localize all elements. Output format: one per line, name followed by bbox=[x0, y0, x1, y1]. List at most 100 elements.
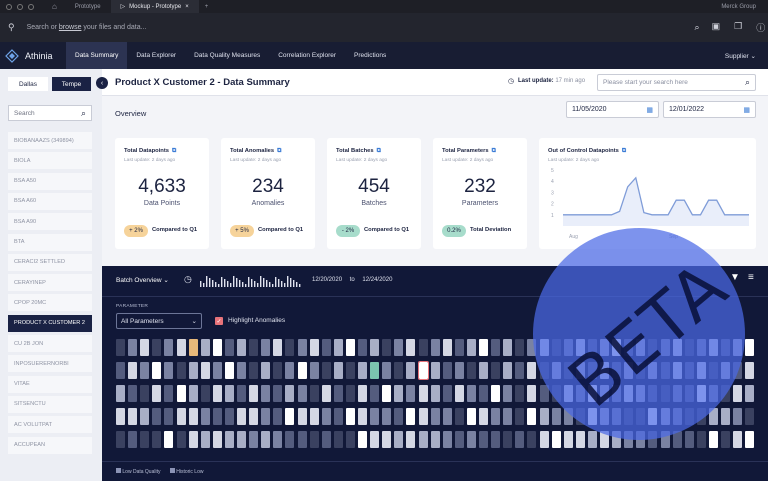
heatmap-cell[interactable] bbox=[430, 385, 440, 402]
sidebar-item[interactable]: PRODUCT X CUSTOMER 2 bbox=[8, 314, 92, 332]
heatmap-cell[interactable] bbox=[237, 362, 246, 379]
heatmap-cell[interactable] bbox=[527, 408, 537, 425]
heatmap-cell[interactable] bbox=[527, 362, 537, 379]
heatmap-cell[interactable] bbox=[466, 362, 476, 379]
external-link-icon[interactable]: ⧉ bbox=[492, 148, 496, 154]
heatmap-cell[interactable] bbox=[721, 408, 730, 425]
heatmap-cell[interactable] bbox=[333, 431, 343, 448]
heatmap-cell[interactable] bbox=[551, 408, 561, 425]
heatmap-cell[interactable] bbox=[128, 408, 138, 425]
heatmap-cell[interactable] bbox=[297, 339, 307, 356]
heatmap-cell[interactable] bbox=[551, 431, 561, 448]
heatmap-cell[interactable] bbox=[430, 362, 440, 379]
heatmap-cell[interactable] bbox=[515, 408, 525, 425]
heatmap-cell[interactable] bbox=[370, 362, 380, 379]
sidebar-search-input[interactable]: Search ⌕ bbox=[8, 105, 92, 121]
batch-timeline-strip[interactable] bbox=[200, 273, 304, 287]
heatmap-cell[interactable] bbox=[370, 431, 380, 448]
heatmap-cell[interactable] bbox=[309, 385, 319, 402]
heatmap-cell[interactable] bbox=[745, 339, 755, 356]
nav-data-quality-measures[interactable]: Data Quality Measures bbox=[185, 42, 269, 69]
heatmap-cell[interactable] bbox=[442, 408, 452, 425]
heatmap-cell[interactable] bbox=[176, 408, 186, 425]
heatmap-cell[interactable] bbox=[309, 431, 319, 448]
batch-overview-dropdown[interactable]: Batch Overview ⌄ bbox=[116, 276, 169, 284]
sidebar-item[interactable]: CERAYINEP bbox=[8, 274, 92, 292]
global-search-input[interactable]: Search or browse your files and data... … bbox=[21, 18, 706, 37]
brand[interactable]: Athinia bbox=[0, 48, 66, 63]
heatmap-cell[interactable] bbox=[261, 408, 271, 425]
heatmap-cell[interactable] bbox=[152, 385, 162, 402]
heatmap-cell[interactable] bbox=[684, 431, 694, 448]
heatmap-cell[interactable] bbox=[212, 362, 222, 379]
heatmap-cell[interactable] bbox=[418, 431, 428, 448]
heatmap-cell[interactable] bbox=[128, 339, 138, 356]
heatmap-cell[interactable] bbox=[721, 431, 730, 448]
heatmap-cell[interactable] bbox=[285, 362, 295, 379]
heatmap-cell[interactable] bbox=[479, 408, 488, 425]
heatmap-cell[interactable] bbox=[297, 408, 307, 425]
heatmap-cell[interactable] bbox=[745, 362, 755, 379]
heatmap-cell[interactable] bbox=[297, 362, 307, 379]
heatmap-cell[interactable] bbox=[237, 339, 246, 356]
heatmap-cell[interactable] bbox=[116, 339, 125, 356]
date-to-input[interactable]: 12/01/2022 ▦ bbox=[663, 101, 756, 118]
search-icon[interactable]: ⌕ bbox=[81, 108, 86, 119]
sidebar-item[interactable]: BSA A90 bbox=[8, 213, 92, 231]
heatmap-cell[interactable] bbox=[321, 362, 331, 379]
heatmap-cell[interactable] bbox=[491, 408, 501, 425]
kpi-card-batches[interactable]: Total Batches ⧉ Last update: 2 days ago 4… bbox=[327, 138, 421, 249]
window-controls[interactable] bbox=[6, 3, 34, 10]
heatmap-cell[interactable] bbox=[406, 385, 416, 402]
sidebar-item[interactable]: CU 2B JON bbox=[8, 335, 92, 352]
heatmap-cell[interactable] bbox=[745, 385, 755, 402]
heatmap-cell[interactable] bbox=[382, 362, 392, 379]
location-tab-dallas[interactable]: Dallas bbox=[8, 77, 48, 91]
heatmap-cell[interactable] bbox=[164, 339, 174, 356]
heatmap-cell[interactable] bbox=[212, 431, 222, 448]
heatmap-cell[interactable] bbox=[116, 408, 125, 425]
chart-series-line[interactable] bbox=[563, 176, 749, 216]
supplier-dropdown[interactable]: Supplier ⌄ bbox=[725, 52, 756, 60]
location-tab-tempe[interactable]: Tempe bbox=[52, 77, 91, 91]
heatmap-cell[interactable] bbox=[382, 408, 392, 425]
sidebar-item[interactable]: CPOP 20MC bbox=[8, 294, 92, 312]
heatmap-cell[interactable] bbox=[503, 362, 513, 379]
kpi-card-datapoints[interactable]: Total Datapoints ⧉ Last update: 2 days ag… bbox=[115, 138, 209, 249]
heatmap-cell[interactable] bbox=[309, 408, 319, 425]
browser-tab-mockup[interactable]: ▷ Mockup - Prototype × bbox=[110, 0, 199, 13]
heatmap-cell[interactable] bbox=[321, 431, 331, 448]
sidebar-item[interactable]: BSA A50 bbox=[8, 172, 92, 190]
heatmap-cell[interactable] bbox=[309, 362, 319, 379]
heatmap-cell[interactable] bbox=[454, 339, 464, 356]
heatmap-cell[interactable] bbox=[200, 339, 210, 356]
heatmap-cell[interactable] bbox=[430, 339, 440, 356]
heatmap-cell[interactable] bbox=[333, 339, 343, 356]
search-icon[interactable]: ⌕ bbox=[695, 22, 700, 33]
heatmap-cell[interactable] bbox=[345, 385, 355, 402]
heatmap-cell[interactable] bbox=[285, 339, 295, 356]
heatmap-cell[interactable] bbox=[382, 339, 392, 356]
home-icon[interactable]: ⌂ bbox=[52, 2, 57, 11]
heatmap-cell[interactable] bbox=[285, 385, 295, 402]
heatmap-cell[interactable] bbox=[382, 431, 392, 448]
heatmap-cell[interactable] bbox=[188, 362, 198, 379]
heatmap-cell[interactable] bbox=[745, 431, 755, 448]
heatmap-cell[interactable] bbox=[442, 339, 452, 356]
heatmap-cell[interactable] bbox=[345, 431, 355, 448]
heatmap-cell[interactable] bbox=[128, 431, 138, 448]
heatmap-cell[interactable] bbox=[297, 385, 307, 402]
heatmap-cell[interactable] bbox=[345, 339, 355, 356]
heatmap-cell[interactable] bbox=[321, 385, 331, 402]
heatmap-cell[interactable] bbox=[358, 362, 367, 379]
heatmap-cell[interactable] bbox=[140, 408, 150, 425]
heatmap-cell[interactable] bbox=[261, 385, 271, 402]
heatmap-cell[interactable] bbox=[164, 385, 174, 402]
info-icon[interactable]: ⓘ bbox=[756, 21, 765, 34]
heatmap-cell[interactable] bbox=[152, 362, 162, 379]
heatmap-cell[interactable] bbox=[515, 431, 525, 448]
sidebar-item[interactable]: BIOLA bbox=[8, 152, 92, 170]
heatmap-cell[interactable] bbox=[503, 385, 513, 402]
date-from-input[interactable]: 11/05/2020 ▦ bbox=[566, 101, 659, 118]
heatmap-cell[interactable] bbox=[370, 385, 380, 402]
